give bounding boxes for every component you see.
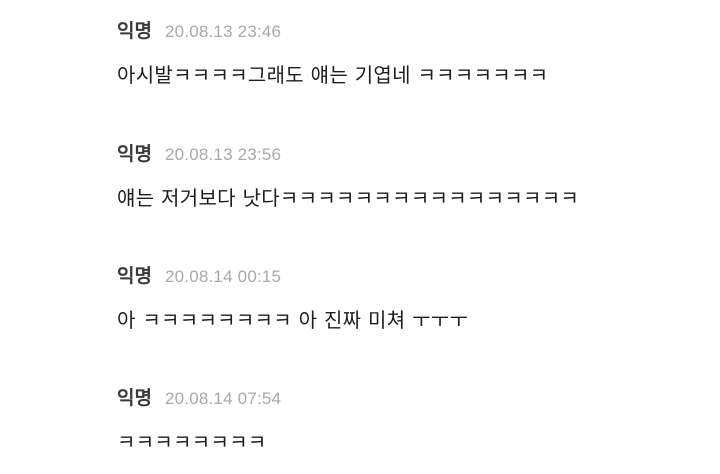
comment-author: 익명	[117, 265, 152, 287]
comment-timestamp: 20.08.13 23:46	[164, 22, 282, 41]
comment-item: 익명 20.08.14 00:15 아 ㅋㅋㅋㅋㅋㅋㅋㅋ 아 진짜 미쳐 ㅜㅜㅜ	[117, 261, 710, 333]
comment-meta: 익명 20.08.13 23:46	[117, 16, 710, 42]
comment-text: 아시발ㅋㅋㅋㅋ그래도 얘는 기엽네 ㅋㅋㅋㅋㅋㅋㅋ	[117, 63, 549, 87]
comment-text: ㅋㅋㅋㅋㅋㅋㅋㅋ	[117, 430, 267, 454]
comment-meta: 익명 20.08.13 23:56	[117, 139, 710, 165]
comment-item: 익명 20.08.14 07:54 ㅋㅋㅋㅋㅋㅋㅋㅋ	[117, 383, 710, 455]
comment-timestamp: 20.08.14 00:15	[164, 267, 282, 286]
comment-author: 익명	[117, 20, 152, 42]
comment-timestamp: 20.08.14 07:54	[164, 389, 282, 408]
comment-author: 익명	[117, 387, 152, 409]
comment-timestamp: 20.08.13 23:56	[164, 145, 282, 164]
comment-author: 익명	[117, 143, 152, 165]
comment-meta: 익명 20.08.14 07:54	[117, 383, 710, 409]
comment-text: 아 ㅋㅋㅋㅋㅋㅋㅋㅋ 아 진짜 미쳐 ㅜㅜㅜ	[117, 308, 469, 332]
comment-meta: 익명 20.08.14 00:15	[117, 261, 710, 287]
comment-item: 익명 20.08.13 23:46 아시발ㅋㅋㅋㅋ그래도 얘는 기엽네 ㅋㅋㅋㅋ…	[117, 16, 710, 88]
comment-text: 얘는 저거보다 낫다ㅋㅋㅋㅋㅋㅋㅋㅋㅋㅋㅋㅋㅋㅋㅋㅋ	[117, 186, 580, 210]
comment-item: 익명 20.08.13 23:56 얘는 저거보다 낫다ㅋㅋㅋㅋㅋㅋㅋㅋㅋㅋㅋㅋ…	[117, 139, 710, 211]
